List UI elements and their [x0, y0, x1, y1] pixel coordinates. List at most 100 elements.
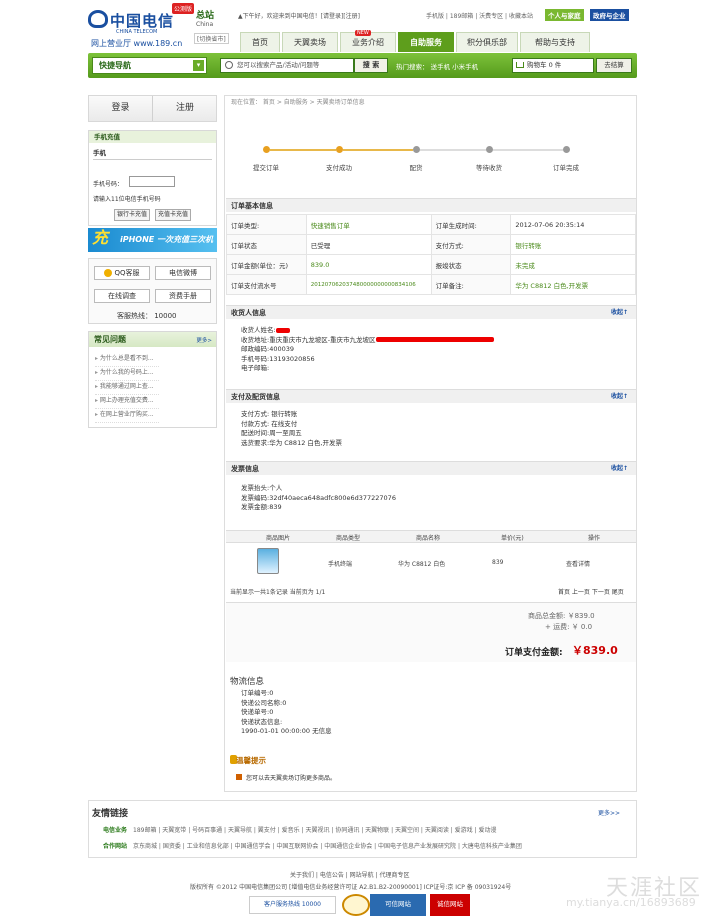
- card-recharge-button[interactable]: 充值卡充值: [155, 209, 192, 221]
- tips-text[interactable]: 您可以去天翼卖场订购更多商品。: [246, 773, 336, 782]
- telecom-logo-icon: [88, 10, 108, 28]
- search-input[interactable]: 您可以搜索产品/活动/问题等: [220, 58, 354, 73]
- shipping-fee: + 运费: ￥ 0.0: [545, 623, 593, 631]
- qq-service-button[interactable]: QQ客服: [94, 266, 150, 280]
- receiver-address-text: 收货地址:重庆重庆市九龙坡区-重庆市九龙坡区: [241, 335, 376, 344]
- beta-badge: 公测版: [172, 3, 195, 14]
- bank-recharge-button[interactable]: 银行卡充值: [114, 209, 151, 221]
- hot-keywords[interactable]: 热门搜索： 送手机 小米手机: [396, 61, 478, 71]
- faq-item[interactable]: 为什么我的号码上...: [95, 367, 159, 381]
- hotline-badge: 客户服务热线 10000: [249, 896, 336, 914]
- china-telecom-logo[interactable]: 中国电信 CHINA TELECOM 网上营业厅 www.189.cn: [88, 8, 183, 48]
- receiver-name: 收货人姓名:: [241, 326, 494, 336]
- faq-item[interactable]: 网上办理充值交费...: [95, 395, 159, 409]
- pager-links[interactable]: 首页 上一页 下一页 尾页: [558, 587, 624, 596]
- logistics-line: 订单编号:0: [241, 689, 274, 697]
- tab-3[interactable]: 自助服务: [398, 32, 454, 52]
- search-placeholder: 您可以搜索产品/活动/问题等: [237, 61, 320, 69]
- invoice-fold-link[interactable]: 收起↑: [611, 462, 628, 476]
- cell-label: 订单类型:: [226, 214, 307, 235]
- logistics-info: 订单编号:0 快递公司名称:0 快递单号:0 快递状态信息: 1990-01-0…: [241, 689, 332, 737]
- table-row: 订单类型: 快速销售订单 订单生成时间: 2012-07-06 20:35:14: [226, 214, 636, 235]
- progress-step-dot: [413, 146, 420, 153]
- register-button[interactable]: 注册: [153, 96, 217, 121]
- phone-input[interactable]: [129, 176, 175, 187]
- row-links[interactable]: 京东商城 | 国资委 | 工业和信息化部 | 中国通信学会 | 中国互联网协会 …: [133, 843, 522, 850]
- checkout-button[interactable]: 去结算: [596, 58, 632, 73]
- progress-step-dot: [486, 146, 493, 153]
- logistics-line: 1990-01-01 00:00:00 无信息: [241, 727, 332, 735]
- phone-hint: 请输入11位电信手机号码: [93, 196, 161, 203]
- column-header: 操作: [588, 535, 601, 542]
- cert-badge[interactable]: 诚信网站: [430, 894, 470, 916]
- tab-4[interactable]: 积分俱乐部: [456, 32, 518, 52]
- receiver-phone: 手机号码:13193020856: [241, 354, 315, 363]
- order-info-header: 订单基本信息: [226, 198, 636, 212]
- trust-badge[interactable]: 可信网站: [370, 894, 426, 916]
- order-info-title: 订单基本信息: [231, 202, 273, 210]
- progress-step-dot: [563, 146, 570, 153]
- column-header: 商品图片: [266, 535, 291, 542]
- receiver-fold-link[interactable]: 收起↑: [611, 306, 628, 320]
- login-box: 登录 注册: [88, 95, 217, 122]
- tab-mobile[interactable]: 手机: [93, 147, 212, 160]
- friend-more-link[interactable]: 更多>>: [598, 808, 620, 817]
- tab-1[interactable]: 天翼卖场: [282, 32, 338, 52]
- payment-line: 付款方式: 在线支付: [241, 419, 298, 428]
- phone-label: 手机号码：: [93, 181, 124, 188]
- service-panel: QQ客服 电信微博 在线调查 资费手册 客服热线： 10000: [88, 258, 217, 324]
- city-switch-link[interactable]: [切换省市]: [194, 33, 229, 44]
- progress-step-label: 支付成功: [326, 164, 352, 172]
- progress-step-dot: [263, 146, 270, 153]
- weibo-button[interactable]: 电信微博: [155, 266, 211, 280]
- welcome-text[interactable]: ▲下午好，欢迎来到中国电信！[请登录][注册]: [238, 11, 360, 20]
- tab-5[interactable]: 帮助与支持: [520, 32, 590, 52]
- faq-item[interactable]: 为什么总是看不到...: [95, 353, 159, 367]
- cell-value: 未完成: [510, 254, 636, 275]
- login-button[interactable]: 登录: [89, 96, 153, 121]
- breadcrumb[interactable]: 现在位置： 首页 > 自助服务 > 天翼卖场订单信息: [231, 97, 365, 106]
- chevron-down-icon: ▾: [193, 60, 204, 71]
- payment-info: 支付方式: 银行转账 付款方式: 在线支付 配送时间:周一至周五 选货要求:华为…: [241, 410, 342, 448]
- goods-type: 手机终端: [328, 561, 353, 568]
- faq-more-link[interactable]: 更多>: [196, 336, 212, 344]
- progress-step-label: 配货: [409, 164, 423, 172]
- cell-label: 订单支付流水号: [226, 274, 307, 295]
- payment-fold-link[interactable]: 收起↑: [611, 390, 628, 404]
- logistics-title: 物流信息: [230, 677, 265, 687]
- column-header: 商品名称: [416, 535, 441, 542]
- quick-nav-dropdown[interactable]: 快捷导航 ▾: [92, 57, 207, 74]
- footer-links[interactable]: 关于我们 | 电信公告 | 网站导航 | 代理商专区: [290, 870, 410, 879]
- view-details-link[interactable]: 查看详情: [566, 559, 590, 568]
- qq-icon: [104, 269, 113, 277]
- search-button[interactable]: 搜 索: [354, 58, 388, 73]
- receiver-name-label: 收货人姓名:: [241, 326, 276, 334]
- gov-enterprise-button[interactable]: 政府与企业: [590, 9, 629, 21]
- survey-button[interactable]: 在线调查: [94, 289, 150, 303]
- cart-icon: [516, 62, 524, 68]
- goods-total: 商品总金额: ￥839.0: [528, 612, 595, 620]
- cart-button[interactable]: 购物车 0 件: [512, 58, 594, 73]
- goods-name: 华为 C8812 白色: [398, 561, 446, 568]
- product-image[interactable]: [257, 548, 279, 574]
- faq-item[interactable]: 在网上营业厅购买...: [95, 409, 159, 423]
- table-row: 订单金额(单位：元) 839.0 报竣状态 未完成: [226, 254, 636, 275]
- order-info-table: 订单类型: 快速销售订单 订单生成时间: 2012-07-06 20:35:14 订单…: [226, 214, 636, 295]
- top-links[interactable]: 手机版 | 189邮箱 | 沃费专区 | 收藏本站: [426, 11, 533, 20]
- receiver-email: 电子邮箱:: [241, 364, 270, 372]
- invoice-header: 发票信息 收起↑: [226, 461, 636, 475]
- tab-0[interactable]: 首页: [240, 32, 280, 52]
- cell-label: 支付方式:: [430, 234, 512, 255]
- tips-title: 温馨提示: [236, 756, 266, 765]
- friend-row-telecom[interactable]: 电信业务 189邮箱 | 天翼宽带 | 号码百事通 | 天翼导航 | 翼支付 | …: [103, 825, 497, 834]
- receiver-title: 收货人信息: [231, 309, 266, 317]
- faq-item[interactable]: 我能够通过网上查...: [95, 381, 159, 395]
- invoice-line: 发票编码:32df40aeca648adfc800e6d377227076: [241, 493, 396, 502]
- promo-banner[interactable]: 充iPHONE 一次充值三次机会: [88, 228, 217, 268]
- table-row: 订单支付流水号 201207062037480000000000834106 订单备…: [226, 274, 636, 295]
- row-links[interactable]: 189邮箱 | 天翼宽带 | 号码百事通 | 天翼导航 | 翼支付 | 爱音乐 …: [133, 827, 497, 834]
- fee-manual-button[interactable]: 资费手册: [155, 289, 211, 303]
- friend-row-partners[interactable]: 合作网站 京东商城 | 国资委 | 工业和信息化部 | 中国通信学会 | 中国互联…: [103, 841, 522, 850]
- seal-icon[interactable]: [342, 894, 370, 916]
- personal-family-button[interactable]: 个人与家庭: [545, 9, 584, 21]
